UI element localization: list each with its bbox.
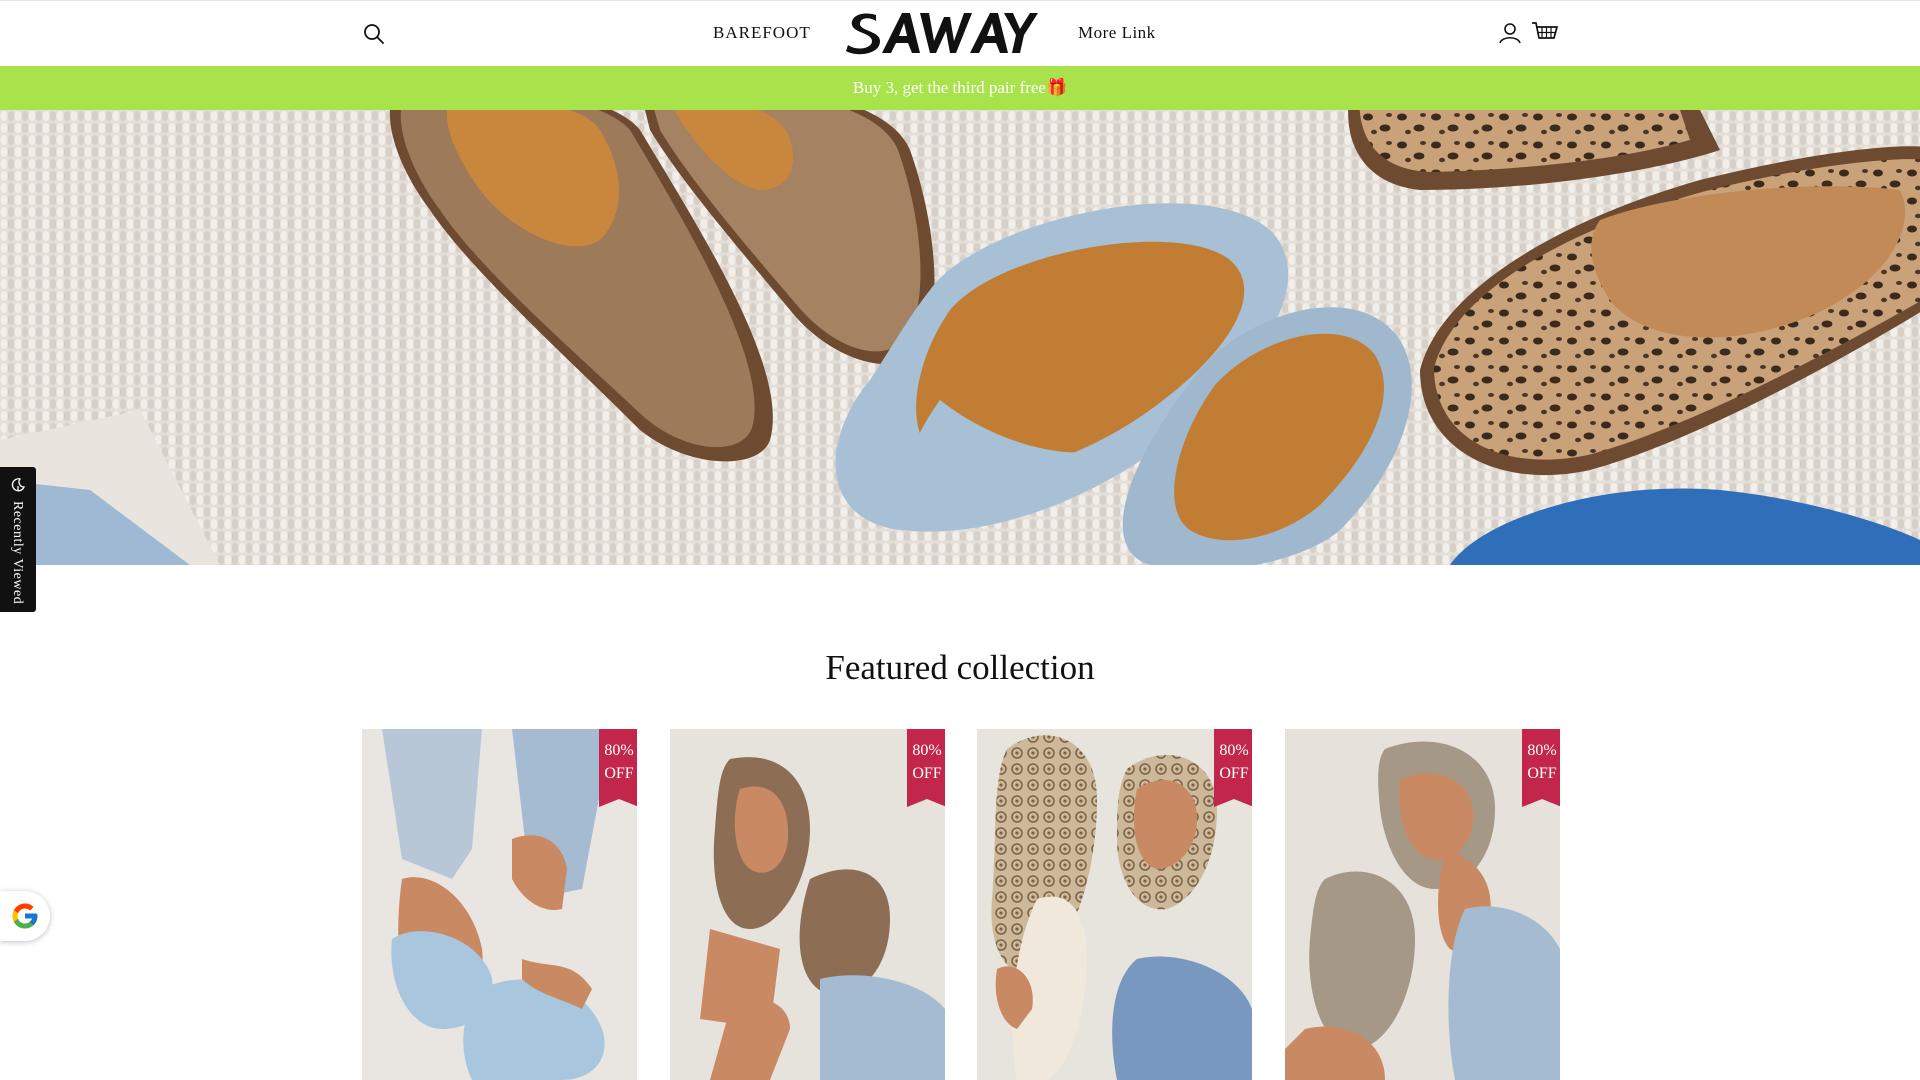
badge-off: OFF: [604, 765, 634, 782]
discount-badge: 80% OFF: [599, 729, 637, 807]
recently-viewed-label: Recently Viewed: [10, 501, 25, 605]
badge-percent: 80%: [604, 742, 634, 759]
announcement-text: Buy 3, get the third pair free: [852, 78, 1046, 97]
hero-banner-image[interactable]: [0, 110, 1920, 565]
product-card[interactable]: 80% OFF: [1285, 729, 1560, 1080]
google-icon: [12, 903, 38, 929]
announcement-bar[interactable]: Buy 3, get the third pair free🎁: [0, 66, 1920, 110]
product-image[interactable]: [977, 729, 1252, 1080]
history-icon: [11, 478, 25, 492]
cart-icon[interactable]: [1531, 20, 1558, 46]
nav-barefoot-link[interactable]: BAREFOOT: [713, 23, 811, 43]
nav-more-link[interactable]: More Link: [1078, 23, 1156, 43]
badge-off: OFF: [1527, 765, 1557, 782]
gift-icon: 🎁: [1045, 78, 1068, 97]
product-image[interactable]: [1285, 729, 1560, 1080]
discount-badge: 80% OFF: [1522, 729, 1560, 807]
product-card[interactable]: 80% OFF: [670, 729, 945, 1080]
product-card[interactable]: 80% OFF: [362, 729, 637, 1080]
discount-badge: 80% OFF: [1214, 729, 1252, 807]
product-image[interactable]: [670, 729, 945, 1080]
google-translate-badge[interactable]: [0, 891, 50, 941]
site-header: BAREFOOT More Link: [0, 0, 1920, 66]
account-icon[interactable]: [1498, 21, 1522, 45]
recently-viewed-tab[interactable]: Recently Viewed: [0, 467, 36, 612]
badge-off: OFF: [912, 765, 942, 782]
saway-logo[interactable]: [846, 9, 1038, 57]
discount-badge: 80% OFF: [907, 729, 945, 807]
search-icon[interactable]: [362, 22, 386, 46]
badge-percent: 80%: [1219, 742, 1249, 759]
badge-percent: 80%: [912, 742, 942, 759]
badge-percent: 80%: [1527, 742, 1557, 759]
product-image[interactable]: [362, 729, 637, 1080]
featured-collection-title: Featured collection: [825, 648, 1095, 687]
badge-off: OFF: [1219, 765, 1249, 782]
product-card[interactable]: 80% OFF: [977, 729, 1252, 1080]
